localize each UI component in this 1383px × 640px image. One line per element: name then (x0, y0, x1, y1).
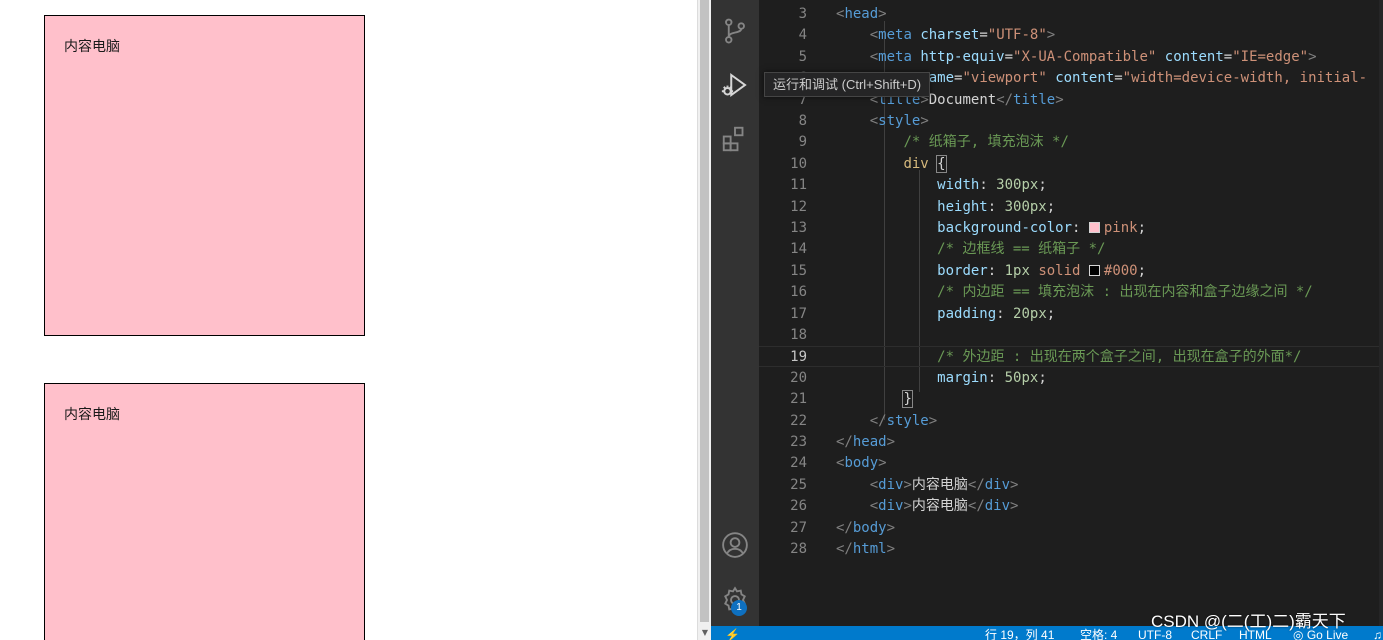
line-number: 16 (790, 284, 807, 301)
code-line[interactable]: 23 </head> (759, 432, 1383, 453)
code-text: <div>内容电脑</div> (869, 476, 1019, 493)
remote-indicator-icon[interactable]: ⚡ (725, 628, 740, 640)
code-line[interactable]: 10 div { (759, 154, 1383, 175)
code-line[interactable]: 27 </body> (759, 518, 1383, 539)
line-number: 21 (790, 391, 807, 408)
code-text: <style> (869, 113, 929, 129)
code-text: <meta http-equiv="X-UA-Compatible" conte… (869, 48, 1317, 65)
code-line[interactable]: 22 </style> (759, 411, 1383, 432)
line-number: 27 (790, 519, 807, 536)
code-line[interactable]: 15 border: 1px solid #000; (759, 261, 1383, 282)
code-text: background-color: pink; (937, 220, 1147, 236)
code-text: <head> (836, 6, 887, 22)
line-number: 26 (790, 498, 807, 515)
code-line[interactable]: 16 /* 内边距 == 填充泡沫 : 出现在内容和盒子边缘之间 */ (759, 282, 1383, 303)
line-number: 3 (798, 6, 807, 22)
activity-bar: 1 (711, 0, 759, 626)
code-text: </head> (836, 434, 896, 450)
line-number: 20 (790, 369, 807, 386)
code-text: height: 300px; (937, 198, 1056, 215)
status-cursor-position[interactable]: 行 19，列 41 (985, 628, 1054, 640)
code-line[interactable]: 12 height: 300px; (759, 197, 1383, 218)
code-text: <body> (836, 455, 887, 472)
line-number: 15 (790, 262, 807, 279)
preview-scrollbar[interactable]: ▼ (697, 0, 711, 640)
line-number: 10 (790, 155, 807, 172)
line-number: 18 (790, 327, 807, 343)
code-text: /* 内边距 == 填充泡沫 : 出现在内容和盒子边缘之间 */ (937, 284, 1313, 301)
box-text: 内容电脑 (64, 407, 120, 423)
line-number: 14 (790, 241, 807, 258)
line-number: 9 (798, 134, 807, 151)
code-text: </html> (836, 541, 896, 557)
code-text: </style> (869, 412, 938, 429)
code-line[interactable]: 9 /* 纸箱子, 填充泡沫 */ (759, 132, 1383, 153)
line-number: 8 (798, 113, 807, 129)
code-line[interactable]: 3 <head> (759, 4, 1383, 25)
line-number: 19 (790, 349, 807, 366)
line-number: 4 (798, 27, 807, 44)
code-text: margin: 50px; (937, 369, 1047, 386)
source-control-icon[interactable] (717, 13, 753, 49)
code-text: </body> (836, 519, 896, 536)
line-number: 24 (790, 455, 807, 472)
code-line[interactable]: 14 /* 边框线 == 纸箱子 */ (759, 239, 1383, 260)
code-text: width: 300px; (937, 177, 1047, 194)
code-text: } (902, 390, 913, 409)
code-text: div { (903, 154, 947, 173)
line-number: 28 (790, 541, 807, 557)
line-number: 25 (790, 476, 807, 493)
code-text: /* 纸箱子, 填充泡沫 */ (903, 134, 1069, 151)
settings-update-badge: 1 (731, 600, 747, 616)
scroll-down-arrow-icon[interactable]: ▼ (698, 626, 712, 640)
code-text: padding: 20px; (937, 305, 1056, 322)
code-line[interactable]: 4 <meta charset="UTF-8"> (759, 25, 1383, 46)
code-text: /* 外边距 : 出现在两个盒子之间, 出现在盒子的外面*/ (937, 349, 1302, 366)
code-line[interactable]: 18 (759, 325, 1383, 346)
code-line[interactable]: 8 <style> (759, 111, 1383, 132)
code-line[interactable]: 20 margin: 50px; (759, 368, 1383, 389)
color-swatch[interactable] (1088, 264, 1100, 276)
code-line[interactable]: 24 <body> (759, 453, 1383, 474)
code-line[interactable]: 28 </html> (759, 539, 1383, 560)
editor-scrollbar[interactable] (1379, 0, 1383, 626)
code-line[interactable]: 21 } (759, 389, 1383, 410)
scrollbar-thumb[interactable] (700, 0, 709, 622)
code-text: <div>内容电脑</div> (869, 498, 1019, 515)
run-debug-tooltip: 运行和调试 (Ctrl+Shift+D) (764, 72, 931, 97)
line-number: 17 (790, 305, 807, 322)
code-text: <meta charset="UTF-8"> (869, 27, 1056, 44)
box-text: 内容电脑 (64, 39, 120, 55)
extensions-icon[interactable] (717, 121, 753, 157)
code-line[interactable]: 11 width: 300px; (759, 175, 1383, 196)
code-text: /* 边框线 == 纸箱子 */ (937, 241, 1106, 258)
line-number: 23 (790, 434, 807, 450)
line-number: 13 (790, 220, 807, 236)
pink-box-1: 内容电脑 (44, 15, 365, 336)
code-line[interactable]: 13 background-color: pink; (759, 218, 1383, 239)
account-icon[interactable] (717, 527, 753, 563)
browser-preview: 内容电脑 内容电脑 (0, 0, 697, 640)
line-number: 5 (798, 48, 807, 65)
csdn-watermark: CSDN @(二(工)二)霸天下 (1151, 612, 1346, 631)
code-line[interactable]: 5 <meta http-equiv="X-UA-Compatible" con… (759, 47, 1383, 68)
status-indentation[interactable]: 空格: 4 (1080, 628, 1117, 640)
notifications-bell-icon[interactable]: ♫ (1373, 628, 1382, 640)
color-swatch[interactable] (1088, 222, 1100, 233)
code-text: border: 1px solid #000; (937, 262, 1147, 279)
code-line[interactable]: 26 <div>内容电脑</div> (759, 496, 1383, 517)
line-number: 11 (790, 177, 807, 194)
code-line[interactable]: 25 <div>内容电脑</div> (759, 475, 1383, 496)
line-number: 22 (790, 412, 807, 429)
pink-box-2: 内容电脑 (44, 383, 365, 640)
line-number: 12 (790, 198, 807, 215)
code-line[interactable]: 19 /* 外边距 : 出现在两个盒子之间, 出现在盒子的外面*/ (759, 346, 1383, 368)
run-debug-icon[interactable] (717, 67, 753, 103)
code-line[interactable]: 17 padding: 20px; (759, 304, 1383, 325)
